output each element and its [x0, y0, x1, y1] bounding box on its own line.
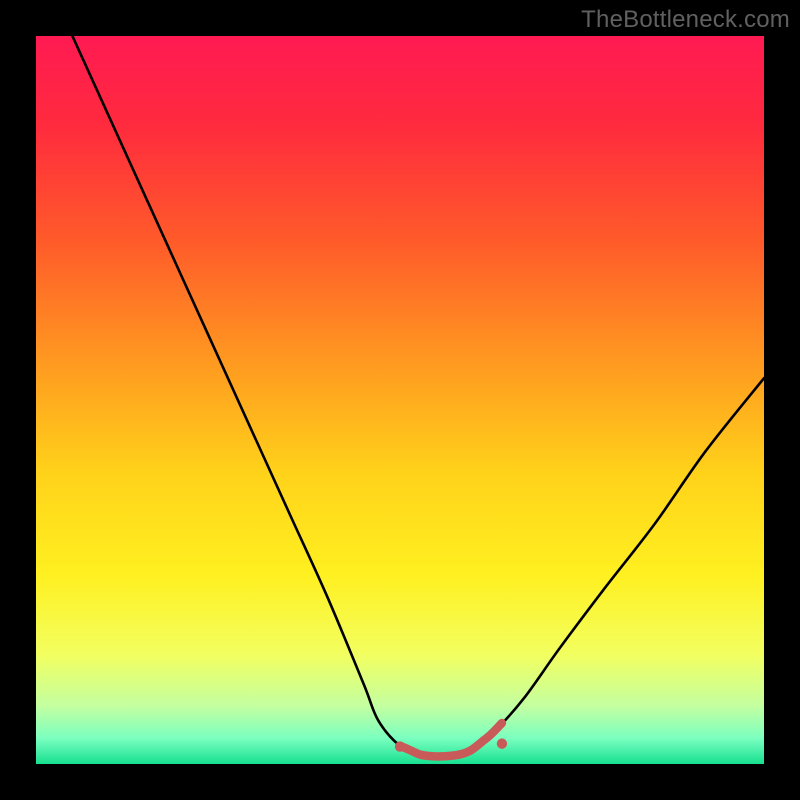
chart-frame: TheBottleneck.com [0, 0, 800, 800]
plot-area [36, 36, 764, 764]
gradient-background [36, 36, 764, 764]
highlight-endpoint-right [497, 738, 507, 748]
highlight-endpoint-left [395, 741, 405, 751]
bottleneck-chart [36, 36, 764, 764]
watermark-text: TheBottleneck.com [581, 6, 790, 34]
